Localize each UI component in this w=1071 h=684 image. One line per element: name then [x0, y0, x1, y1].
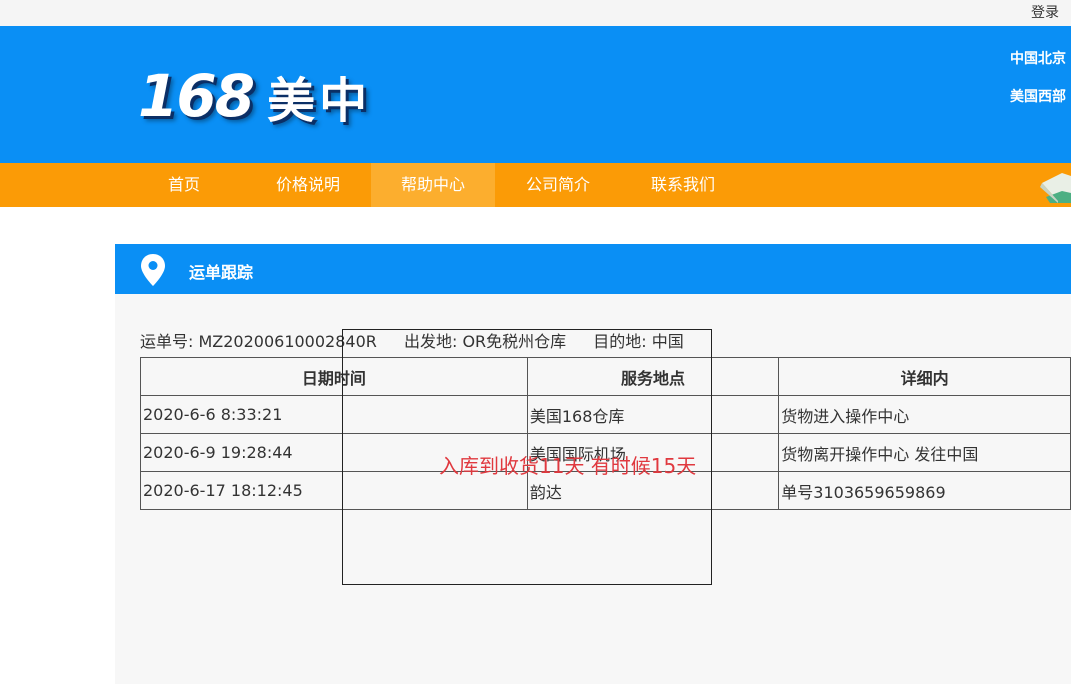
- panel-title: 运单跟踪: [189, 263, 254, 282]
- logo-text: 美中: [267, 73, 372, 129]
- nav-item-help[interactable]: 帮助中心: [371, 163, 495, 207]
- book-icon: [1040, 173, 1071, 203]
- main-nav: 首页 价格说明 帮助中心 公司简介 联系我们: [0, 163, 1071, 207]
- waybill-origin: 出发地: OR免税州仓库: [403, 332, 567, 351]
- nav-item-pricing[interactable]: 价格说明: [246, 163, 370, 207]
- logo-number: 168: [138, 62, 255, 130]
- site-logo[interactable]: 168 美中: [138, 62, 371, 130]
- nav-item-about[interactable]: 公司简介: [496, 163, 620, 207]
- nav-item-home[interactable]: 首页: [122, 163, 246, 207]
- waybill-number: 运单号: MZ20200610002840R: [140, 332, 377, 351]
- panel-header: 运单跟踪: [115, 244, 1071, 294]
- site-header: 168 美中 中国北京 美国西部: [0, 26, 1071, 163]
- waybill-destination: 目的地: 中国: [593, 332, 684, 351]
- login-link[interactable]: 登录: [1031, 2, 1059, 22]
- nav-item-contact[interactable]: 联系我们: [621, 163, 745, 207]
- region-label-beijing: 中国北京: [1010, 51, 1066, 67]
- top-bar: 登录: [0, 0, 1071, 26]
- location-pin-icon: [141, 254, 165, 286]
- region-label-us-west: 美国西部: [1010, 89, 1066, 105]
- waybill-info: 运单号: MZ20200610002840R 出发地: OR免税州仓库 目的地:…: [140, 328, 706, 352]
- annotation-note: 入库到收货11天 有时候15天: [439, 454, 697, 478]
